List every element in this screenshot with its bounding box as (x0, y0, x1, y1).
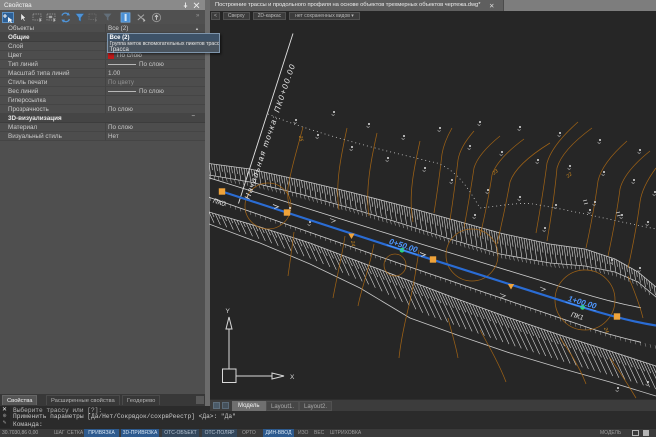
svg-text:24: 24 (349, 239, 356, 247)
svg-text:24: 24 (602, 326, 610, 334)
svg-text:ПК0: ПК0 (212, 198, 226, 209)
svg-text:22: 22 (565, 171, 574, 180)
svg-text:Y: Y (226, 308, 231, 315)
svg-text:X: X (290, 374, 295, 381)
svg-text:25: 25 (297, 134, 304, 142)
svg-text:ПК1: ПК1 (570, 312, 584, 322)
